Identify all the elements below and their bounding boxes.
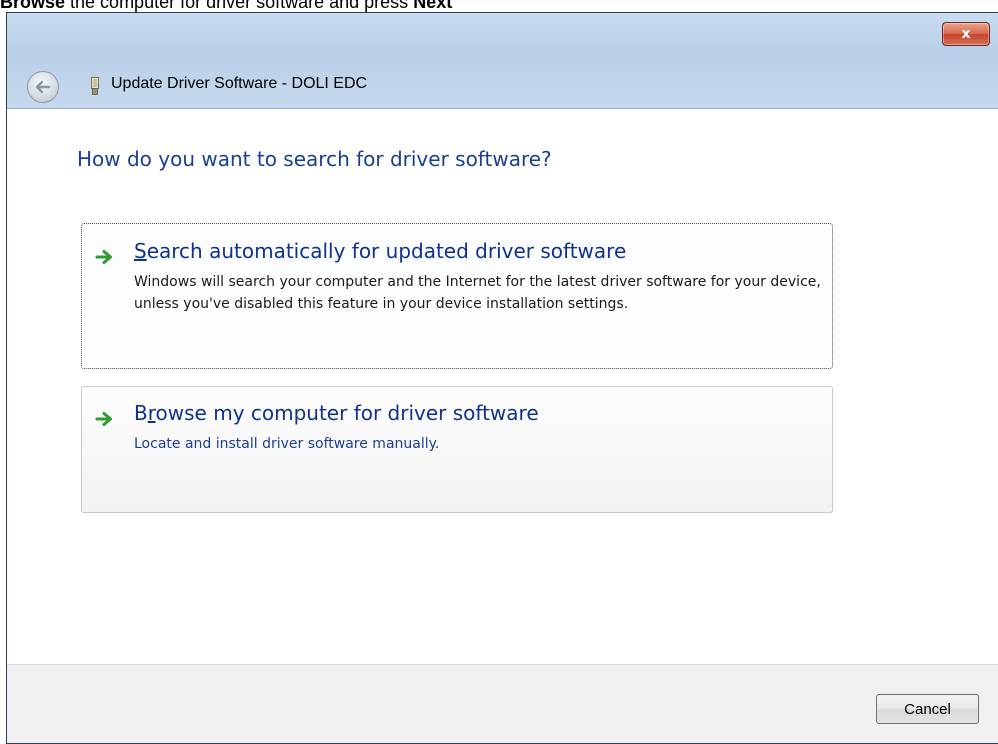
option-title-pre: B [134, 401, 148, 425]
page-heading: How do you want to search for driver sof… [77, 147, 552, 171]
caption-next: Next [413, 0, 453, 12]
browse-computer-option[interactable]: Browse my computer for driver software L… [81, 386, 833, 513]
accelerator-key: r [147, 401, 156, 425]
update-driver-dialog: x Update Driver Software - DOLI EDC How … [6, 12, 998, 744]
title-bar: x Update Driver Software - DOLI EDC [7, 13, 998, 109]
green-arrow-icon [95, 412, 112, 426]
search-automatically-description: Windows will search your computer and th… [134, 274, 821, 312]
caption-text: the computer for driver software and pre… [65, 0, 414, 12]
back-arrow-icon [35, 80, 51, 94]
close-icon: x [961, 26, 971, 42]
green-arrow-icon [95, 250, 112, 264]
search-automatically-title: Search automatically for updated driver … [134, 239, 626, 263]
option-title-rest: owse my computer for driver software [155, 401, 539, 425]
cancel-button[interactable]: Cancel [876, 694, 979, 724]
close-button[interactable]: x [942, 22, 990, 46]
usb-device-icon [91, 77, 99, 95]
back-button[interactable] [27, 71, 59, 103]
browse-computer-title: Browse my computer for driver software [134, 401, 539, 425]
caption-browse: Browse [0, 0, 66, 12]
accelerator-key: S [134, 239, 147, 263]
search-automatically-option[interactable]: Search automatically for updated driver … [81, 223, 833, 369]
dialog-footer: Cancel [7, 664, 998, 743]
option-title-rest: earch automatically for updated driver s… [146, 239, 627, 263]
browse-computer-description: Locate and install driver software manua… [134, 436, 440, 452]
wizard-content: How do you want to search for driver sof… [7, 109, 998, 664]
window-title: Update Driver Software - DOLI EDC [111, 75, 368, 92]
